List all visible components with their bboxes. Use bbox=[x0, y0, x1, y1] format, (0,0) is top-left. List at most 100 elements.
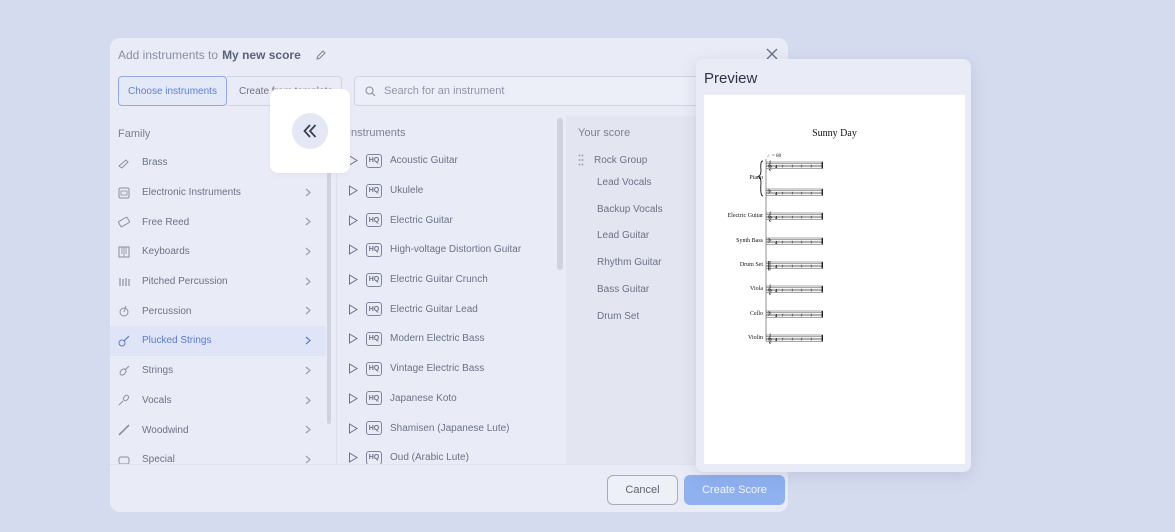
svg-text:𝄞: 𝄞 bbox=[767, 211, 772, 222]
family-item-vocals[interactable]: Vocals bbox=[110, 386, 326, 416]
instrument-item[interactable]: HQ Electric Guitar bbox=[348, 205, 556, 235]
play-icon[interactable] bbox=[348, 363, 358, 375]
family-item-pitched-percussion[interactable]: Pitched Percussion bbox=[110, 267, 326, 297]
instrument-item[interactable]: HQ Oud (Arabic Lute) bbox=[348, 443, 556, 473]
family-item-strings[interactable]: Strings bbox=[110, 356, 326, 386]
score-instrument-item[interactable]: Lead Guitar bbox=[597, 230, 649, 241]
staff-label: Cello bbox=[750, 311, 763, 317]
instrument-label: Shamisen (Japanese Lute) bbox=[390, 422, 510, 434]
play-icon[interactable] bbox=[348, 452, 358, 464]
chevron-right-icon bbox=[305, 247, 311, 256]
family-item-percussion[interactable]: Percussion bbox=[110, 296, 326, 326]
collapse-panel-button[interactable] bbox=[270, 89, 350, 173]
score-instrument-item[interactable]: Lead Vocals bbox=[597, 177, 652, 188]
score-name: My new score bbox=[222, 48, 301, 62]
score-instrument-item[interactable]: Bass Guitar bbox=[597, 284, 649, 295]
score-group-rock-group[interactable]: Rock Group bbox=[594, 155, 647, 166]
svg-text:𝄢: 𝄢 bbox=[767, 189, 772, 197]
drag-handle-icon[interactable] bbox=[578, 154, 584, 166]
family-item-special[interactable]: Special bbox=[110, 445, 326, 475]
hq-badge: HQ bbox=[366, 421, 382, 436]
family-item-keyboards[interactable]: Keyboards bbox=[110, 237, 326, 267]
cancel-button[interactable]: Cancel bbox=[607, 475, 678, 505]
score-instrument-item[interactable]: Drum Set bbox=[597, 311, 639, 322]
family-item-electronic-instruments[interactable]: Electronic Instruments bbox=[110, 178, 326, 208]
instrument-label: Electric Guitar Crunch bbox=[390, 274, 488, 286]
play-icon[interactable] bbox=[348, 422, 358, 434]
synth-icon bbox=[118, 187, 130, 199]
instrument-label: Modern Electric Bass bbox=[390, 333, 485, 345]
family-heading: Family bbox=[118, 128, 151, 140]
family-item-label: Strings bbox=[142, 365, 174, 377]
play-icon[interactable] bbox=[348, 274, 358, 285]
flute-icon bbox=[118, 424, 130, 436]
score-instrument-item[interactable]: Backup Vocals bbox=[597, 204, 663, 215]
hq-badge: HQ bbox=[366, 450, 382, 465]
preview-title: Preview bbox=[704, 70, 758, 87]
family-item-free-reed[interactable]: Free Reed bbox=[110, 207, 326, 237]
instrument-item[interactable]: HQ High-voltage Distortion Guitar bbox=[348, 235, 556, 265]
staff-label: Electric Guitar bbox=[727, 213, 763, 219]
family-item-label: Electronic Instruments bbox=[142, 187, 241, 199]
family-item-woodwind[interactable]: Woodwind bbox=[110, 415, 326, 445]
play-icon[interactable] bbox=[348, 392, 358, 404]
staff-label: Piano bbox=[749, 175, 763, 181]
trumpet-icon bbox=[118, 159, 129, 169]
staff-label: Synth Bass bbox=[736, 238, 763, 244]
hq-badge: HQ bbox=[366, 272, 382, 287]
instrument-item[interactable]: HQ Shamisen (Japanese Lute) bbox=[348, 413, 556, 443]
chevron-right-icon bbox=[305, 217, 311, 226]
svg-text:𝄞: 𝄞 bbox=[767, 333, 772, 344]
play-icon[interactable] bbox=[348, 244, 358, 256]
pencil-icon[interactable] bbox=[315, 49, 327, 61]
search-input[interactable] bbox=[384, 85, 684, 97]
svg-text:𝄢: 𝄢 bbox=[767, 311, 772, 319]
instrument-item[interactable]: HQ Acoustic Guitar bbox=[348, 146, 556, 176]
instrument-item[interactable]: HQ Vintage Electric Bass bbox=[348, 354, 556, 384]
staff-viola: 𝄞 4 𝄽 𝄽 𝄽 𝄽 bbox=[766, 284, 823, 295]
family-item-plucked-strings[interactable]: Plucked Strings bbox=[110, 326, 326, 356]
instrument-item[interactable]: HQ Japanese Koto bbox=[348, 384, 556, 414]
dialog-title: Add instruments to My new score bbox=[118, 48, 327, 62]
create-score-button[interactable]: Create Score bbox=[684, 475, 785, 505]
family-item-label: Woodwind bbox=[142, 424, 189, 436]
hq-badge: HQ bbox=[366, 183, 382, 198]
staff-electric-guitar: 𝄞 4 𝄽 𝄽 𝄽 𝄽 bbox=[766, 211, 823, 222]
search-icon bbox=[365, 85, 376, 96]
staff-cello: 𝄢 4 𝄽 𝄽 𝄽 𝄽 bbox=[766, 310, 823, 319]
play-icon[interactable] bbox=[348, 333, 358, 345]
family-item-label: Vocals bbox=[142, 394, 172, 406]
family-item-label: Percussion bbox=[142, 305, 192, 317]
family-item-label: Brass bbox=[142, 157, 168, 169]
play-icon[interactable] bbox=[348, 185, 358, 196]
staff-drum-set: ‖ 4 𝄽 𝄽 𝄽 𝄽 bbox=[766, 261, 823, 271]
instruments-heading: Instruments bbox=[348, 127, 406, 139]
play-icon[interactable] bbox=[348, 303, 358, 315]
dialog-title-prefix: Add instruments to bbox=[118, 48, 219, 62]
score-instrument-item[interactable]: Rhythm Guitar bbox=[597, 257, 661, 268]
instrument-item[interactable]: HQ Modern Electric Bass bbox=[348, 324, 556, 354]
instrument-label: Ukulele bbox=[390, 185, 424, 197]
instrument-item[interactable]: HQ Electric Guitar Crunch bbox=[348, 265, 556, 295]
instrument-label: Oud (Arabic Lute) bbox=[390, 452, 469, 464]
hq-badge: HQ bbox=[366, 242, 382, 257]
footer-divider bbox=[110, 464, 788, 465]
staff-violin: 𝄞 4 𝄽 𝄽 𝄽 𝄽 bbox=[766, 333, 823, 344]
svg-text:‖: ‖ bbox=[767, 261, 772, 271]
instruments-scrollbar[interactable] bbox=[557, 118, 563, 270]
collapse-circle bbox=[292, 113, 328, 149]
tab-choose-instruments[interactable]: Choose instruments bbox=[118, 76, 227, 106]
chevron-right-icon bbox=[305, 455, 311, 464]
instrument-item[interactable]: HQ Ukulele bbox=[348, 176, 556, 206]
family-item-label: Pitched Percussion bbox=[142, 276, 228, 288]
instrument-label: Japanese Koto bbox=[390, 392, 457, 404]
chevron-right-icon bbox=[305, 306, 311, 315]
keyboard-icon bbox=[118, 246, 130, 258]
play-icon[interactable] bbox=[348, 214, 358, 226]
svg-text:𝄞: 𝄞 bbox=[767, 284, 772, 295]
score-preview-sheet: Sunny Day ♩= 80 𝄞 4 𝄽 𝄽 𝄽 𝄽 𝄢 4 𝄽 𝄽 𝄽 𝄽 𝄞 4 𝄽 𝄽 𝄽 𝄽 𝄢 4 𝄽 𝄽 𝄽 𝄽… bbox=[704, 95, 965, 464]
instrument-label: Electric Guitar Lead bbox=[390, 303, 478, 315]
instrument-item[interactable]: HQ Electric Guitar Lead bbox=[348, 294, 556, 324]
chevron-right-icon bbox=[305, 366, 311, 375]
add-instruments-dialog: Add instruments to My new score Choose i… bbox=[110, 38, 788, 512]
